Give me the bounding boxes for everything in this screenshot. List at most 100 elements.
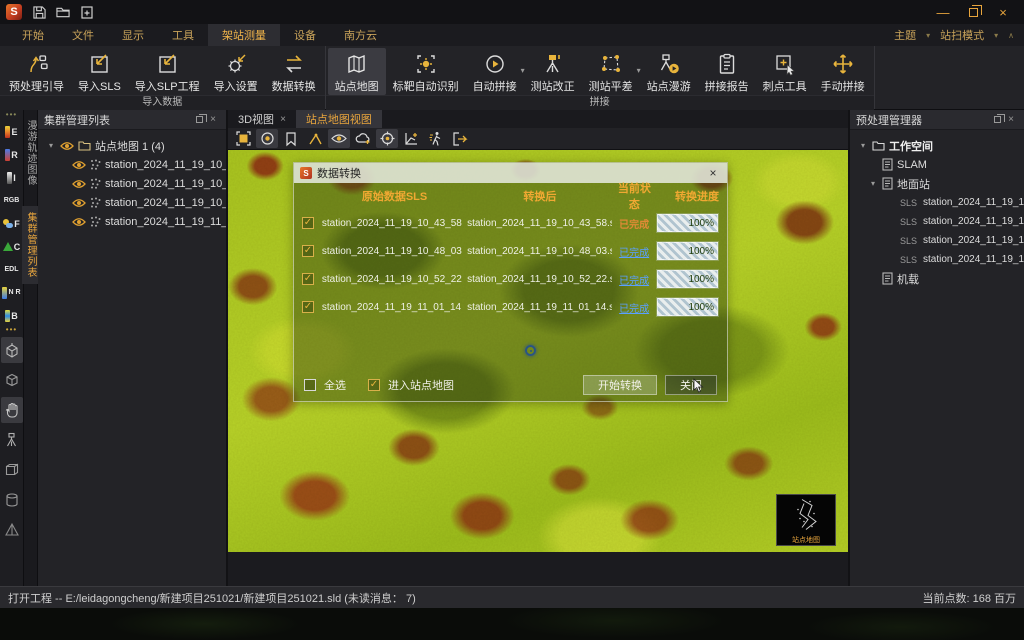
rgb-mode-button[interactable]: RGB <box>1 189 23 212</box>
sls-station-row[interactable]: SLS station_2024_11_19_10_52 ... <box>852 231 1022 250</box>
sls-station-row[interactable]: SLS station_2024_11_19_11_01 ... <box>852 250 1022 269</box>
scan-mode-dropdown[interactable]: 站扫模式 <box>940 27 984 43</box>
view-tab-3d[interactable]: 3D视图 × <box>228 110 296 128</box>
save-icon[interactable] <box>30 3 48 21</box>
menu-tab-device[interactable]: 设备 <box>280 24 330 46</box>
intensity-mode-button[interactable]: I <box>1 166 23 189</box>
walkthrough-tool[interactable] <box>424 129 446 148</box>
ground-station-row[interactable]: ▾ 地面站 <box>852 174 1022 193</box>
visibility-eye-icon[interactable] <box>72 160 86 170</box>
status-link[interactable]: 已完成 <box>612 272 656 287</box>
data-convert-button[interactable]: 数据转换 <box>265 48 323 95</box>
station-tripod-button[interactable] <box>1 427 23 453</box>
cluster-list-tab[interactable]: 集群管理列表 <box>22 206 39 284</box>
tree-root-row[interactable]: ▾ 站点地图 1 (4) <box>40 136 224 155</box>
station-correction-button[interactable]: 测站改正 <box>524 48 582 95</box>
add-trajectory-tool[interactable] <box>400 129 422 148</box>
row-checkbox[interactable]: ✓ <box>302 245 314 257</box>
conversion-row[interactable]: ✓ station_2024_11_19_11_01_14 station_20… <box>294 293 727 321</box>
start-conversion-button[interactable]: 开始转换 <box>583 375 657 395</box>
exit-view-tool[interactable] <box>448 129 470 148</box>
fusion-mode-button[interactable]: F <box>1 212 23 235</box>
close-tab-icon[interactable]: × <box>280 114 286 125</box>
site-roam-button[interactable]: 站点漫游 <box>640 48 698 95</box>
visibility-eye-icon[interactable] <box>72 198 86 208</box>
roam-track-image-tab[interactable]: 漫游轨迹图像 <box>22 114 39 192</box>
measure-angle-tool[interactable] <box>304 129 326 148</box>
site-map-button[interactable]: 站点地图 <box>328 48 386 95</box>
row-checkbox[interactable]: ✓ <box>302 301 314 313</box>
visibility-tool[interactable] <box>328 129 350 148</box>
add-cloud-tool[interactable] <box>352 129 374 148</box>
menu-tab-start[interactable]: 开始 <box>8 24 58 46</box>
target-tool[interactable] <box>376 129 398 148</box>
point-select-tool[interactable] <box>256 129 278 148</box>
blend-mode-button[interactable]: B <box>1 304 23 327</box>
import-settings-button[interactable]: 导入设置 <box>207 48 265 95</box>
station-adjustment-button[interactable]: 测站平差 ▾ <box>582 48 640 95</box>
chevron-down-icon[interactable]: ▾ <box>46 141 56 150</box>
elevation-mode-button[interactable]: E <box>1 120 23 143</box>
pick-point-tool-button[interactable]: 刺点工具 <box>756 48 814 95</box>
station-row[interactable]: station_2024_11_19_11_0... <box>40 212 224 231</box>
menu-tab-display[interactable]: 显示 <box>108 24 158 46</box>
import-slp-button[interactable]: 导入SLP工程 <box>128 48 207 95</box>
open-folder-icon[interactable] <box>54 3 72 21</box>
status-link[interactable]: 已完成 <box>612 300 656 315</box>
sls-station-row[interactable]: SLS station_2024_11_19_10_43 ... <box>852 193 1022 212</box>
normal-mode-button[interactable]: N R <box>1 281 23 304</box>
conversion-row[interactable]: ✓ station_2024_11_19_10_48_03 station_20… <box>294 237 727 265</box>
site-map-thumbnail[interactable]: 站点地图 <box>776 494 836 546</box>
station-row[interactable]: station_2024_11_19_10_5... <box>40 193 224 212</box>
chevron-down-icon[interactable]: ▾ <box>868 179 878 188</box>
station-row[interactable]: station_2024_11_19_10_4... <box>40 155 224 174</box>
bookmark-tool[interactable] <box>280 129 302 148</box>
target-auto-detect-button[interactable]: 标靶自动识别 <box>386 48 466 95</box>
float-panel-icon[interactable] <box>990 116 1004 123</box>
edl-mode-button[interactable]: EDL <box>1 258 23 281</box>
collapse-ribbon-button[interactable]: ∧ <box>1008 31 1014 40</box>
close-panel-icon[interactable]: × <box>1004 114 1018 125</box>
box-view-button[interactable] <box>1 457 23 483</box>
rect-select-tool[interactable] <box>232 129 254 148</box>
visibility-eye-icon[interactable] <box>60 141 74 151</box>
menu-tab-tools[interactable]: 工具 <box>158 24 208 46</box>
new-project-icon[interactable] <box>78 3 96 21</box>
visibility-eye-icon[interactable] <box>72 179 86 189</box>
theme-dropdown[interactable]: 主题 <box>894 27 916 43</box>
stitch-report-button[interactable]: 拼接报告 <box>698 48 756 95</box>
menu-tab-south-cloud[interactable]: 南方云 <box>330 24 391 46</box>
chevron-down-icon[interactable]: ▾ <box>858 141 868 150</box>
auto-stitch-button[interactable]: 自动拼接 ▾ <box>466 48 524 95</box>
enter-site-map-checkbox[interactable]: ✓ <box>368 379 380 391</box>
conversion-row[interactable]: ✓ station_2024_11_19_10_43_58 station_20… <box>294 209 727 237</box>
conversion-row[interactable]: ✓ station_2024_11_19_10_52_22 station_20… <box>294 265 727 293</box>
station-row[interactable]: station_2024_11_19_10_4... <box>40 174 224 193</box>
row-checkbox[interactable]: ✓ <box>302 273 314 285</box>
sls-station-row[interactable]: SLS station_2024_11_19_10_48 ... <box>852 212 1022 231</box>
float-panel-icon[interactable] <box>192 116 206 123</box>
preprocess-guide-button[interactable]: 预处理引导 <box>2 48 71 95</box>
classification-mode-button[interactable]: C <box>1 235 23 258</box>
menu-tab-file[interactable]: 文件 <box>58 24 108 46</box>
close-button[interactable]: × <box>988 1 1018 23</box>
prism-tool-button[interactable] <box>1 517 23 543</box>
site-map-viewport[interactable]: 站点地图 S 数据转换 × 原始数据SLS 转换后 当前状态 <box>228 150 848 552</box>
minimize-button[interactable]: — <box>928 1 958 23</box>
status-link[interactable]: 已完成 <box>612 244 656 259</box>
close-dialog-button[interactable]: 关闭 <box>665 375 717 395</box>
slam-row[interactable]: SLAM <box>852 155 1022 174</box>
close-panel-icon[interactable]: × <box>206 114 220 125</box>
cylinder-tool-button[interactable] <box>1 487 23 513</box>
restore-button[interactable] <box>958 1 988 23</box>
workspace-row[interactable]: ▾ 工作空间 <box>852 136 1022 155</box>
pan-hand-tool-button[interactable] <box>1 397 23 423</box>
enter-site-map-label[interactable]: 进入站点地图 <box>388 377 454 393</box>
view-tab-site-map[interactable]: 站点地图视图 <box>296 110 382 128</box>
visibility-eye-icon[interactable] <box>72 217 86 227</box>
menu-tab-station-survey[interactable]: 架站测量 <box>208 24 280 46</box>
crop-box-tool-button[interactable] <box>1 337 23 363</box>
cube-tool-button[interactable] <box>1 367 23 393</box>
select-all-label[interactable]: 全选 <box>324 377 346 393</box>
aerial-row[interactable]: 机载 <box>852 269 1022 288</box>
